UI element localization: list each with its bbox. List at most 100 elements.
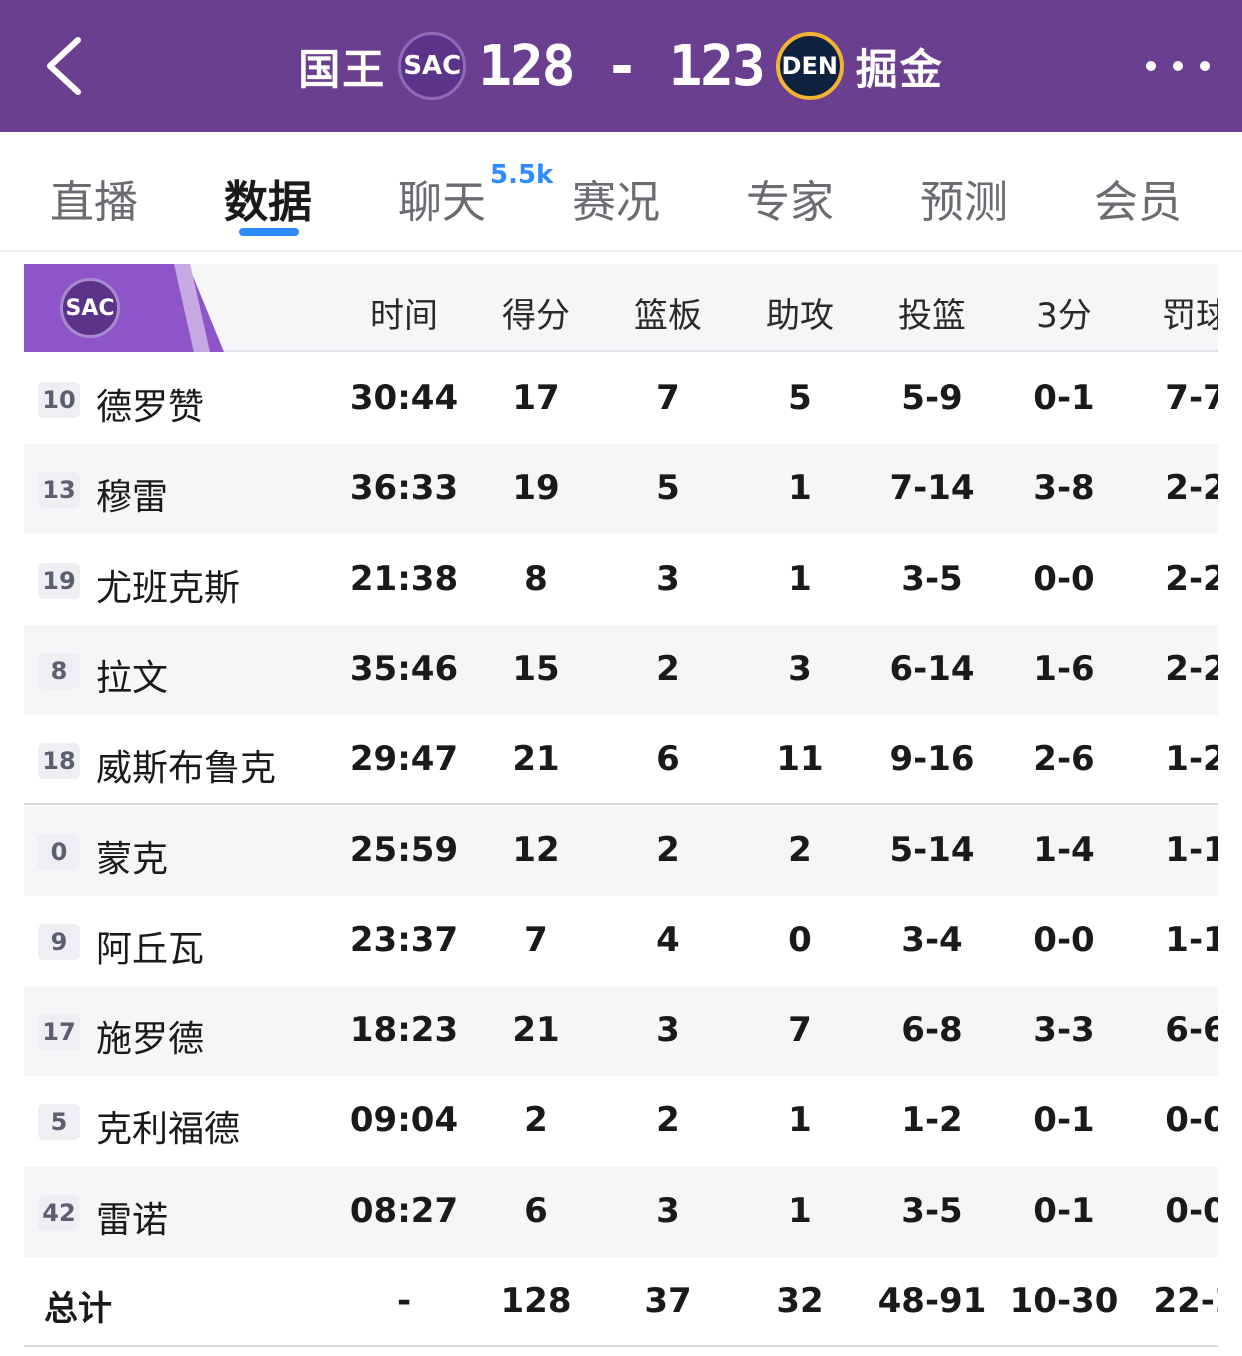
chat-count-badge: 5.5k (490, 160, 554, 190)
column-header-three-pointers[interactable]: 3分 (1004, 288, 1124, 337)
stat-free-throws: 2-2 (1165, 468, 1218, 509)
stat-rebounds: 2 (656, 648, 680, 689)
stat-field-goals: 6-14 (889, 648, 975, 689)
player-name[interactable]: 威斯布鲁克 (96, 739, 276, 791)
stat-assists: 11 (776, 739, 824, 780)
team-logo: SAC (60, 278, 120, 338)
stat-minutes: 25:59 (349, 829, 459, 870)
jersey-number-icon: 19 (38, 562, 80, 599)
total-assists: 32 (776, 1281, 824, 1321)
column-header-minutes[interactable]: 时间 (344, 288, 464, 337)
column-header-rebounds[interactable]: 篮板 (608, 288, 728, 337)
table-header: SAC 时间 得分 篮板 助攻 投篮 3分 罚球 (24, 264, 1218, 352)
total-minutes: - (396, 1281, 412, 1321)
table-row[interactable]: 8 拉文 35:46 15 2 3 6-14 1-6 2-2 (24, 624, 1218, 715)
tab-predictions[interactable]: 预测 (920, 166, 1008, 230)
stat-assists: 5 (788, 378, 812, 418)
player-name[interactable]: 尤班克斯 (96, 559, 240, 611)
table-row[interactable]: 19 尤班克斯 21:38 8 3 1 3-5 0-0 2-2 (24, 535, 1218, 625)
player-name[interactable]: 拉文 (96, 649, 168, 701)
stat-assists: 1 (788, 1190, 812, 1231)
table-row[interactable]: 13 穆雷 36:33 19 5 1 7-14 3-8 2-2 (24, 444, 1218, 535)
tab-membership[interactable]: 会员 (1094, 166, 1182, 230)
scoreboard: 国王 SAC 128 - 123 DEN 掘金 (0, 0, 1242, 132)
active-tab-indicator (239, 228, 299, 236)
game-score: 128 - 123 (478, 33, 765, 99)
column-header-free-throws[interactable]: 罚球 (1136, 288, 1218, 337)
stat-assists: 1 (788, 558, 812, 599)
column-header-assists[interactable]: 助攻 (740, 288, 860, 337)
total-three-pointers: 10-30 (1009, 1281, 1119, 1321)
tab-experts[interactable]: 专家 (746, 166, 834, 230)
player-name[interactable]: 蒙克 (96, 830, 168, 882)
stat-assists: 2 (788, 829, 812, 870)
stat-points: 15 (512, 648, 560, 689)
jersey-number-icon: 8 (38, 652, 80, 689)
stat-field-goals: 3-5 (901, 558, 963, 599)
stat-points: 7 (524, 919, 548, 960)
jersey-number-icon: 9 (38, 923, 80, 960)
jersey-number-icon: 13 (38, 472, 80, 509)
tab-stats[interactable]: 数据 (224, 166, 312, 230)
table-row[interactable]: 9 阿丘瓦 23:37 7 4 0 3-4 0-0 1-1 (24, 896, 1218, 986)
table-row[interactable]: 17 施罗德 18:23 21 3 7 6-8 3-3 6-6 (24, 986, 1218, 1077)
jersey-number-icon: 5 (38, 1104, 80, 1141)
player-name[interactable]: 克利福德 (96, 1100, 240, 1152)
stat-three-pointers: 3-3 (1033, 1010, 1095, 1051)
player-name[interactable]: 雷诺 (96, 1191, 168, 1243)
stat-three-pointers: 0-0 (1033, 919, 1095, 960)
stat-minutes: 35:46 (349, 648, 459, 689)
stat-assists: 0 (788, 919, 812, 960)
stat-assists: 1 (788, 1100, 812, 1141)
stat-points: 12 (512, 829, 560, 870)
stat-assists: 7 (788, 1010, 812, 1051)
stat-three-pointers: 0-1 (1033, 378, 1095, 418)
stat-field-goals: 9-16 (889, 739, 975, 780)
stat-rebounds: 3 (656, 1010, 680, 1051)
stat-points: 17 (512, 378, 560, 418)
stat-rebounds: 2 (656, 1100, 680, 1141)
stat-minutes: 21:38 (349, 558, 459, 599)
stat-rebounds: 3 (656, 1190, 680, 1231)
tab-chat[interactable]: 聊天 5.5k (398, 160, 553, 230)
stat-three-pointers: 1-6 (1033, 648, 1095, 689)
table-row[interactable]: 42 雷诺 08:27 6 3 1 3-5 0-1 0-0 (24, 1166, 1218, 1257)
stat-points: 2 (524, 1100, 548, 1141)
stat-three-pointers: 0-1 (1033, 1100, 1095, 1141)
player-name[interactable]: 德罗赞 (96, 378, 204, 430)
table-row[interactable]: 5 克利福德 09:04 2 2 1 1-2 0-1 0-0 (24, 1076, 1218, 1166)
total-row: 总计 - 128 37 32 48-91 10-30 22-2 (24, 1257, 1218, 1347)
table-row[interactable]: 10 德罗赞 30:44 17 7 5 5-9 0-1 7-7 (24, 354, 1218, 444)
player-name[interactable]: 施罗德 (96, 1010, 204, 1062)
stat-rebounds: 2 (656, 829, 680, 870)
stat-three-pointers: 3-8 (1033, 468, 1095, 509)
away-team-logo[interactable]: DEN (775, 32, 844, 100)
tab-game-status[interactable]: 赛况 (572, 166, 660, 230)
tab-bar: 直播 数据 聊天 5.5k 赛况 专家 预测 会员 (0, 132, 1242, 252)
stat-free-throws: 1-1 (1165, 829, 1218, 870)
stat-field-goals: 3-4 (901, 919, 963, 960)
stat-minutes: 36:33 (349, 468, 459, 509)
table-row[interactable]: 18 威斯布鲁克 29:47 21 6 11 9-16 2-6 1-2 (24, 715, 1218, 806)
stat-points: 19 (512, 468, 560, 509)
jersey-number-icon: 10 (38, 382, 80, 418)
stat-minutes: 30:44 (349, 378, 459, 418)
away-team-name: 掘金 (855, 44, 944, 94)
stat-field-goals: 7-14 (889, 468, 975, 509)
stat-minutes: 09:04 (349, 1100, 459, 1141)
table-row[interactable]: 0 蒙克 25:59 12 2 2 5-14 1-4 1-1 (24, 805, 1218, 896)
player-name[interactable]: 穆雷 (96, 468, 168, 520)
stat-free-throws: 2-2 (1165, 558, 1218, 599)
stat-free-throws: 0-0 (1165, 1100, 1218, 1141)
stat-free-throws: 6-6 (1165, 1010, 1218, 1051)
column-header-field-goals[interactable]: 投篮 (872, 288, 992, 337)
tab-live[interactable]: 直播 (50, 166, 138, 230)
player-name[interactable]: 阿丘瓦 (96, 920, 204, 972)
stat-field-goals: 5-14 (889, 829, 975, 870)
stat-free-throws: 2-2 (1165, 648, 1218, 689)
column-header-points[interactable]: 得分 (476, 288, 596, 337)
stat-minutes: 08:27 (349, 1190, 459, 1231)
home-team-logo[interactable]: SAC (398, 32, 467, 100)
stat-minutes: 29:47 (349, 739, 459, 780)
more-dots-icon[interactable] (1146, 50, 1210, 82)
